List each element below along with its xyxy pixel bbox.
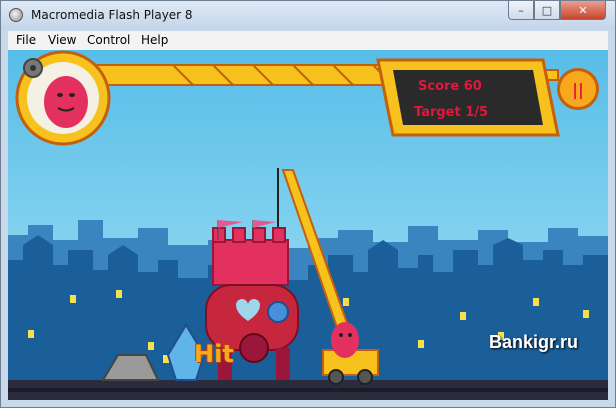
score-text: Score 60	[418, 79, 482, 94]
window-title: Macromedia Flash Player 8	[31, 8, 193, 22]
menu-bar: File View Control Help	[8, 31, 608, 50]
target-text: Target 1/5	[414, 105, 489, 120]
flash-player-window: Macromedia Flash Player 8 – □ ✕ File Vie…	[0, 0, 616, 408]
avatar-character	[44, 76, 88, 128]
flash-app-icon	[9, 8, 23, 22]
menu-control[interactable]: Control	[87, 33, 130, 47]
robot-castle-top	[212, 239, 289, 286]
title-bar[interactable]: Macromedia Flash Player 8 – □ ✕	[1, 1, 615, 30]
menu-view[interactable]: View	[48, 33, 76, 47]
hit-indicator: Hit	[194, 340, 234, 368]
maximize-button[interactable]: □	[534, 1, 560, 20]
pink-monster	[331, 322, 359, 358]
ground-stripe	[8, 388, 608, 392]
pause-button[interactable]: ||	[557, 68, 599, 110]
bluebird-icon	[267, 301, 289, 323]
minimize-button[interactable]: –	[508, 1, 534, 20]
close-button[interactable]: ✕	[560, 1, 606, 20]
watermark: Bankigr.ru	[489, 332, 579, 352]
robot-emblem	[239, 333, 269, 363]
menu-file[interactable]: File	[16, 33, 36, 47]
menu-help[interactable]: Help	[141, 33, 168, 47]
